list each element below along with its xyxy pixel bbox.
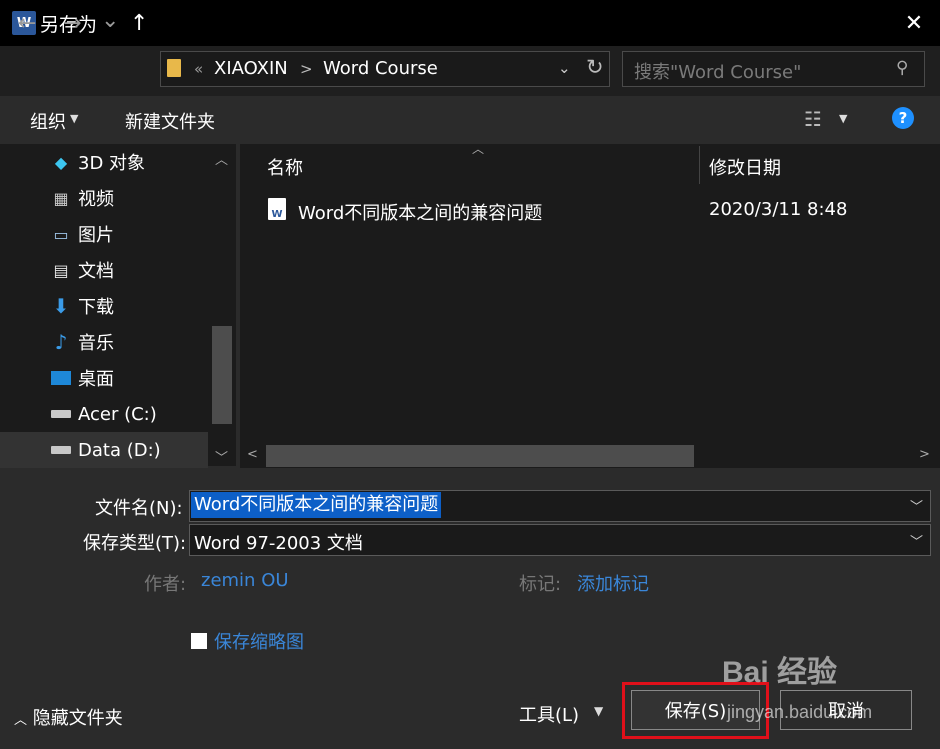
pictures-icon: ▭ <box>53 224 69 244</box>
new-folder-button[interactable]: 新建文件夹 <box>125 108 215 134</box>
sidebar-item-videos[interactable]: ▦ 视频 <box>0 180 208 216</box>
caret-down-icon[interactable]: ▼ <box>594 704 603 718</box>
desktop-icon <box>50 368 72 388</box>
sidebar-scrollbar-thumb[interactable] <box>212 326 232 424</box>
filetype-label: 保存类型(T): <box>83 533 187 554</box>
recent-locations-icon[interactable]: ⌄ <box>101 8 119 33</box>
chevron-right-icon[interactable]: > <box>300 60 313 78</box>
sidebar-item-label: 视频 <box>78 189 114 210</box>
column-divider[interactable] <box>699 146 700 184</box>
chevron-right-icon[interactable]: > <box>919 447 930 462</box>
sidebar-item-data-d[interactable]: Data (D:) <box>0 432 208 468</box>
save-thumbnail-checkbox[interactable] <box>191 633 207 649</box>
chevron-up-icon[interactable]: ︿ <box>215 149 228 168</box>
organize-menu[interactable]: 组织 <box>30 108 66 134</box>
column-header-name[interactable]: 名称 <box>267 154 303 180</box>
search-placeholder: 搜索"Word Course" <box>634 62 802 83</box>
cube-icon: ◆ <box>54 152 68 172</box>
music-icon: ♪ <box>54 330 68 354</box>
navigation-pane: ◆ 3D 对象 ▦ 视频 ▭ 图片 ▤ 文档 ⬇ 下载 ♪ 音乐 桌面 Acer… <box>0 144 236 468</box>
file-list <box>240 144 940 444</box>
help-icon[interactable]: ? <box>892 107 914 129</box>
hide-folders-button[interactable]: ︿ 隐藏文件夹 <box>14 704 123 730</box>
refresh-icon[interactable]: ↻ <box>586 55 604 79</box>
file-row-name[interactable]: Word不同版本之间的兼容问题 <box>298 199 542 225</box>
sidebar-item-3d-objects[interactable]: ◆ 3D 对象 <box>0 144 208 180</box>
horizontal-scrollbar-thumb[interactable] <box>266 445 694 467</box>
sidebar-item-label: 桌面 <box>78 369 114 390</box>
file-row-modified: 2020/3/11 8:48 <box>709 199 848 220</box>
filename-label: 文件名(N): <box>95 498 183 519</box>
chevron-down-icon[interactable]: ﹀ <box>910 496 923 515</box>
drive-icon <box>50 404 72 424</box>
tags-label: 标记: <box>519 574 562 595</box>
video-icon: ▦ <box>53 188 69 208</box>
close-icon[interactable]: ✕ <box>894 8 934 38</box>
caret-down-icon[interactable]: ▼ <box>839 112 847 125</box>
baidu-watermark-url: jingyan.baidu.com <box>727 702 873 722</box>
sidebar-item-acer-c[interactable]: Acer (C:) <box>0 396 208 432</box>
view-options-icon[interactable]: ☷ <box>804 107 822 131</box>
drive-icon <box>50 440 72 460</box>
word-document-icon: W <box>268 198 286 220</box>
address-dropdown-icon[interactable]: ⌄ <box>558 59 571 77</box>
sidebar-item-label: 音乐 <box>78 333 114 354</box>
forward-arrow-icon[interactable]: → <box>63 11 81 36</box>
sidebar-item-downloads[interactable]: ⬇ 下载 <box>0 288 208 324</box>
sidebar-item-pictures[interactable]: ▭ 图片 <box>0 216 208 252</box>
download-icon: ⬇ <box>52 294 70 318</box>
filename-value[interactable]: Word不同版本之间的兼容问题 <box>191 492 442 518</box>
column-header-modified[interactable]: 修改日期 <box>709 154 781 180</box>
sidebar-item-label: Data (D:) <box>78 439 161 461</box>
chevron-down-icon[interactable]: ﹀ <box>910 531 923 550</box>
breadcrumb-xiaoxin[interactable]: XIAOXIN <box>214 58 288 79</box>
sidebar-item-desktop[interactable]: 桌面 <box>0 360 208 396</box>
author-value[interactable]: zemin OU <box>201 570 289 591</box>
folder-icon <box>167 59 181 77</box>
save-thumbnail-label[interactable]: 保存缩略图 <box>214 628 304 654</box>
chevron-left-icon[interactable]: < <box>247 447 258 462</box>
documents-icon: ▤ <box>53 260 69 280</box>
sidebar-item-label: 3D 对象 <box>78 153 146 174</box>
sidebar-item-label: Acer (C:) <box>78 403 157 425</box>
sidebar-item-documents[interactable]: ▤ 文档 <box>0 252 208 288</box>
caret-down-icon[interactable]: ▼ <box>70 112 78 125</box>
back-arrow-icon[interactable]: ← <box>18 11 36 36</box>
tools-menu[interactable]: 工具(L) <box>519 701 579 727</box>
sidebar-item-label: 文档 <box>78 261 114 282</box>
sort-ascending-icon: ︿ <box>472 142 485 156</box>
add-tags-link[interactable]: 添加标记 <box>577 570 649 596</box>
sidebar-item-label: 图片 <box>78 225 114 246</box>
author-label: 作者: <box>144 574 187 595</box>
search-icon[interactable]: ⚲ <box>896 58 908 78</box>
sidebar-item-music[interactable]: ♪ 音乐 <box>0 324 208 360</box>
hide-folders-label: 隐藏文件夹 <box>32 708 123 729</box>
breadcrumb-overflow-icon[interactable]: « <box>194 60 203 78</box>
up-arrow-icon[interactable]: ↑ <box>130 11 148 36</box>
sidebar-item-label: 下载 <box>78 297 114 318</box>
baidu-watermark-logo: Bai 经验 <box>722 656 838 689</box>
chevron-down-icon[interactable]: ﹀ <box>215 447 228 466</box>
filetype-value[interactable]: Word 97-2003 文档 <box>194 529 363 555</box>
chevron-up-icon: ︿ <box>14 713 28 728</box>
breadcrumb-word-course[interactable]: Word Course <box>323 58 438 79</box>
